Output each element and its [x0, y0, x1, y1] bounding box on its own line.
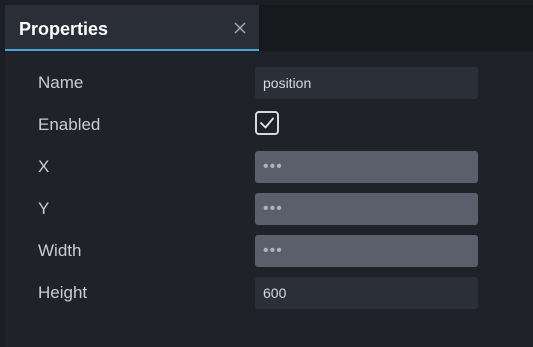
x-label: X: [38, 157, 50, 176]
y-field[interactable]: •••: [255, 193, 478, 225]
tab-bar: Properties: [5, 5, 533, 51]
close-icon[interactable]: [231, 19, 249, 37]
name-field[interactable]: position: [255, 67, 478, 99]
x-field[interactable]: •••: [255, 151, 478, 183]
tab-properties[interactable]: Properties: [5, 5, 259, 51]
property-row-width: Width •••: [5, 233, 533, 271]
property-row-y: Y •••: [5, 191, 533, 229]
property-row-name: Name position: [5, 65, 533, 103]
checkmark-icon: [260, 117, 274, 129]
property-row-x: X •••: [5, 149, 533, 187]
width-field[interactable]: •••: [255, 235, 478, 267]
height-field[interactable]: 600: [255, 277, 478, 309]
property-row-enabled: Enabled: [5, 107, 533, 145]
enabled-checkbox[interactable]: [255, 111, 279, 135]
height-label: Height: [38, 283, 88, 302]
width-label: Width: [38, 241, 82, 260]
properties-window: Properties Name position Enabled X ••• Y…: [5, 5, 533, 347]
properties-panel: Name position Enabled X ••• Y ••• Width …: [5, 51, 533, 347]
enabled-label: Enabled: [38, 115, 101, 134]
tab-title: Properties: [19, 19, 109, 39]
property-row-height: Height 600: [5, 275, 533, 313]
y-label: Y: [38, 199, 50, 218]
name-label: Name: [38, 73, 84, 92]
